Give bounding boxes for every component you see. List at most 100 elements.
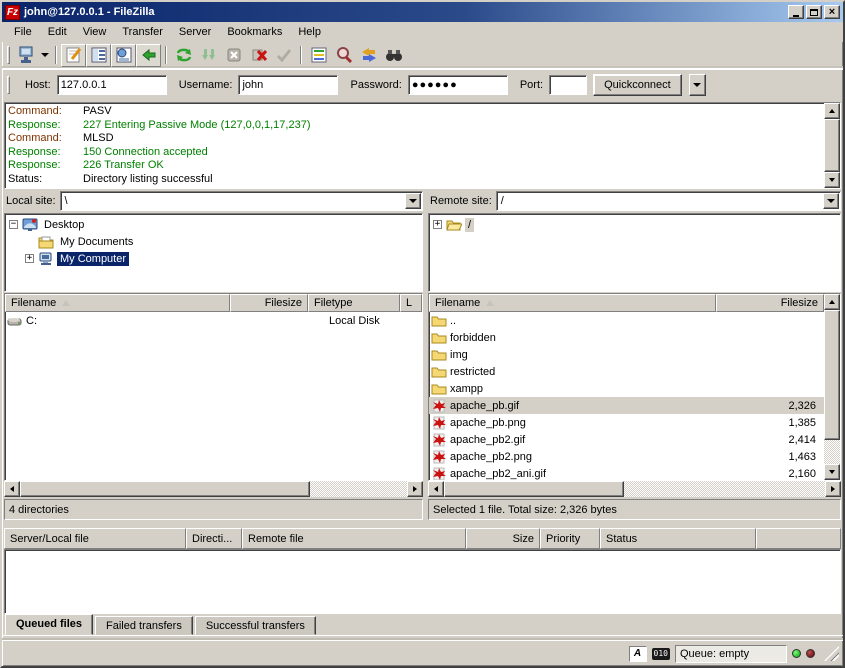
expand-icon[interactable]: + [25, 254, 34, 263]
tree-item-my-documents[interactable]: My Documents [5, 233, 422, 250]
scrollbar-thumb[interactable] [20, 481, 310, 497]
column-header-filesize[interactable]: Filesize [230, 294, 308, 312]
toggle-remote-tree-button[interactable] [111, 44, 136, 67]
menu-bookmarks[interactable]: Bookmarks [219, 23, 290, 41]
tree-item-desktop[interactable]: − Desktop [5, 216, 422, 233]
expand-icon[interactable]: + [433, 220, 442, 229]
quickconnect-button[interactable]: Quickconnect [593, 74, 682, 96]
remote-row[interactable]: apache_pb.png 1,385 [429, 414, 824, 431]
scroll-down-button[interactable] [824, 464, 840, 480]
queue-column-remote-file[interactable]: Remote file [242, 528, 466, 549]
queue-column-status[interactable]: Status [600, 528, 756, 549]
synchronized-browsing-button[interactable] [356, 44, 381, 67]
menu-view[interactable]: View [75, 23, 115, 41]
maximize-button[interactable] [806, 5, 822, 19]
toggle-queue-button[interactable] [136, 44, 161, 67]
tab-successful-transfers[interactable]: Successful transfers [195, 616, 316, 635]
scrollbar-thumb[interactable] [824, 310, 840, 440]
column-header-filename[interactable]: Filename [5, 294, 230, 312]
toolbar-grip [7, 46, 10, 64]
local-horizontal-scrollbar[interactable] [4, 481, 423, 497]
arrow-left-icon [434, 486, 438, 492]
minimize-button[interactable] [788, 5, 804, 19]
port-input[interactable] [549, 75, 587, 95]
local-site-combo[interactable]: \ [60, 191, 423, 211]
queue-status-box: Queue: empty [675, 645, 787, 663]
tab-queued-files[interactable]: Queued files [5, 614, 93, 635]
resize-grip[interactable] [824, 646, 839, 661]
queue-list-empty[interactable] [4, 549, 841, 614]
column-header-filetype[interactable]: Filetype [308, 294, 400, 312]
column-header-filename[interactable]: Filename [429, 294, 716, 312]
scroll-left-button[interactable] [4, 481, 20, 497]
remote-row[interactable]: forbidden [429, 329, 824, 346]
remote-vertical-scrollbar[interactable] [824, 294, 840, 480]
site-manager-dropdown[interactable] [38, 44, 51, 67]
process-queue-icon [199, 45, 219, 65]
activity-led-red-icon [806, 649, 815, 658]
password-input[interactable] [408, 75, 508, 95]
remote-row[interactable]: .. [429, 312, 824, 329]
refresh-button[interactable] [171, 44, 196, 67]
username-input[interactable] [238, 75, 338, 95]
menu-edit[interactable]: Edit [40, 23, 75, 41]
column-label: Filetype [314, 297, 353, 309]
file-name: xampp [450, 383, 719, 395]
remote-row[interactable]: apache_pb2_ani.gif 2,160 [429, 465, 824, 481]
directory-comparison-button[interactable] [306, 44, 331, 67]
scrollbar-thumb[interactable] [444, 481, 624, 497]
scroll-right-button[interactable] [407, 481, 423, 497]
disconnect-button[interactable] [246, 44, 271, 67]
site-manager-icon [16, 45, 36, 65]
directory-comparison-icon [309, 45, 329, 65]
chevron-down-icon [827, 199, 835, 203]
window-title: john@127.0.0.1 - FileZilla [24, 6, 788, 18]
scrollbar-thumb[interactable] [824, 119, 840, 172]
scroll-up-button[interactable] [824, 294, 840, 310]
scroll-up-button[interactable] [824, 103, 840, 119]
queue-column-server-local-file[interactable]: Server/Local file [4, 528, 186, 549]
menu-server[interactable]: Server [171, 23, 219, 41]
remote-row[interactable]: img [429, 346, 824, 363]
menu-transfer[interactable]: Transfer [114, 23, 171, 41]
column-header-last-modified[interactable]: L [400, 294, 422, 312]
local-row-c-drive[interactable]: C: Local Disk [5, 312, 422, 329]
queue-column-direction[interactable]: Directi... [186, 528, 242, 549]
tab-failed-transfers[interactable]: Failed transfers [95, 616, 193, 635]
close-button[interactable]: × [824, 5, 840, 19]
filename-filter-button[interactable] [331, 44, 356, 67]
remote-row[interactable]: xampp [429, 380, 824, 397]
process-queue-button[interactable] [196, 44, 221, 67]
reconnect-button[interactable] [271, 44, 296, 67]
remote-site-dropdown[interactable] [823, 193, 839, 209]
local-site-dropdown[interactable] [405, 193, 421, 209]
remote-row-selected[interactable]: apache_pb.gif 2,326 [429, 397, 824, 414]
find-files-button[interactable] [381, 44, 406, 67]
datatype-ascii-indicator[interactable]: A [629, 646, 647, 662]
scroll-down-button[interactable] [824, 172, 840, 188]
remote-row[interactable]: apache_pb2.png 1,463 [429, 448, 824, 465]
site-manager-button[interactable] [13, 44, 38, 67]
binary-indicator-icon[interactable]: 010 [652, 648, 670, 660]
queue-column-size[interactable]: Size [466, 528, 540, 549]
my-documents-folder-icon [38, 235, 54, 249]
scroll-right-button[interactable] [825, 481, 841, 497]
remote-row[interactable]: restricted [429, 363, 824, 380]
remote-site-combo[interactable]: / [496, 191, 841, 211]
log-vertical-scrollbar[interactable] [824, 103, 840, 188]
cancel-operation-button[interactable] [221, 44, 246, 67]
column-header-filesize[interactable]: Filesize [716, 294, 824, 312]
host-input[interactable] [57, 75, 167, 95]
collapse-icon[interactable]: − [9, 220, 18, 229]
quickconnect-dropdown[interactable] [689, 74, 706, 96]
menu-file[interactable]: File [6, 23, 40, 41]
scroll-left-button[interactable] [428, 481, 444, 497]
remote-row[interactable]: apache_pb2.gif 2,414 [429, 431, 824, 448]
remote-horizontal-scrollbar[interactable] [428, 481, 841, 497]
tree-item-root[interactable]: + / [429, 216, 840, 233]
menu-help[interactable]: Help [290, 23, 329, 41]
tree-item-my-computer[interactable]: + My Computer [5, 250, 422, 267]
toggle-local-tree-button[interactable] [86, 44, 111, 67]
queue-column-priority[interactable]: Priority [540, 528, 600, 549]
toggle-log-button[interactable] [61, 44, 86, 67]
